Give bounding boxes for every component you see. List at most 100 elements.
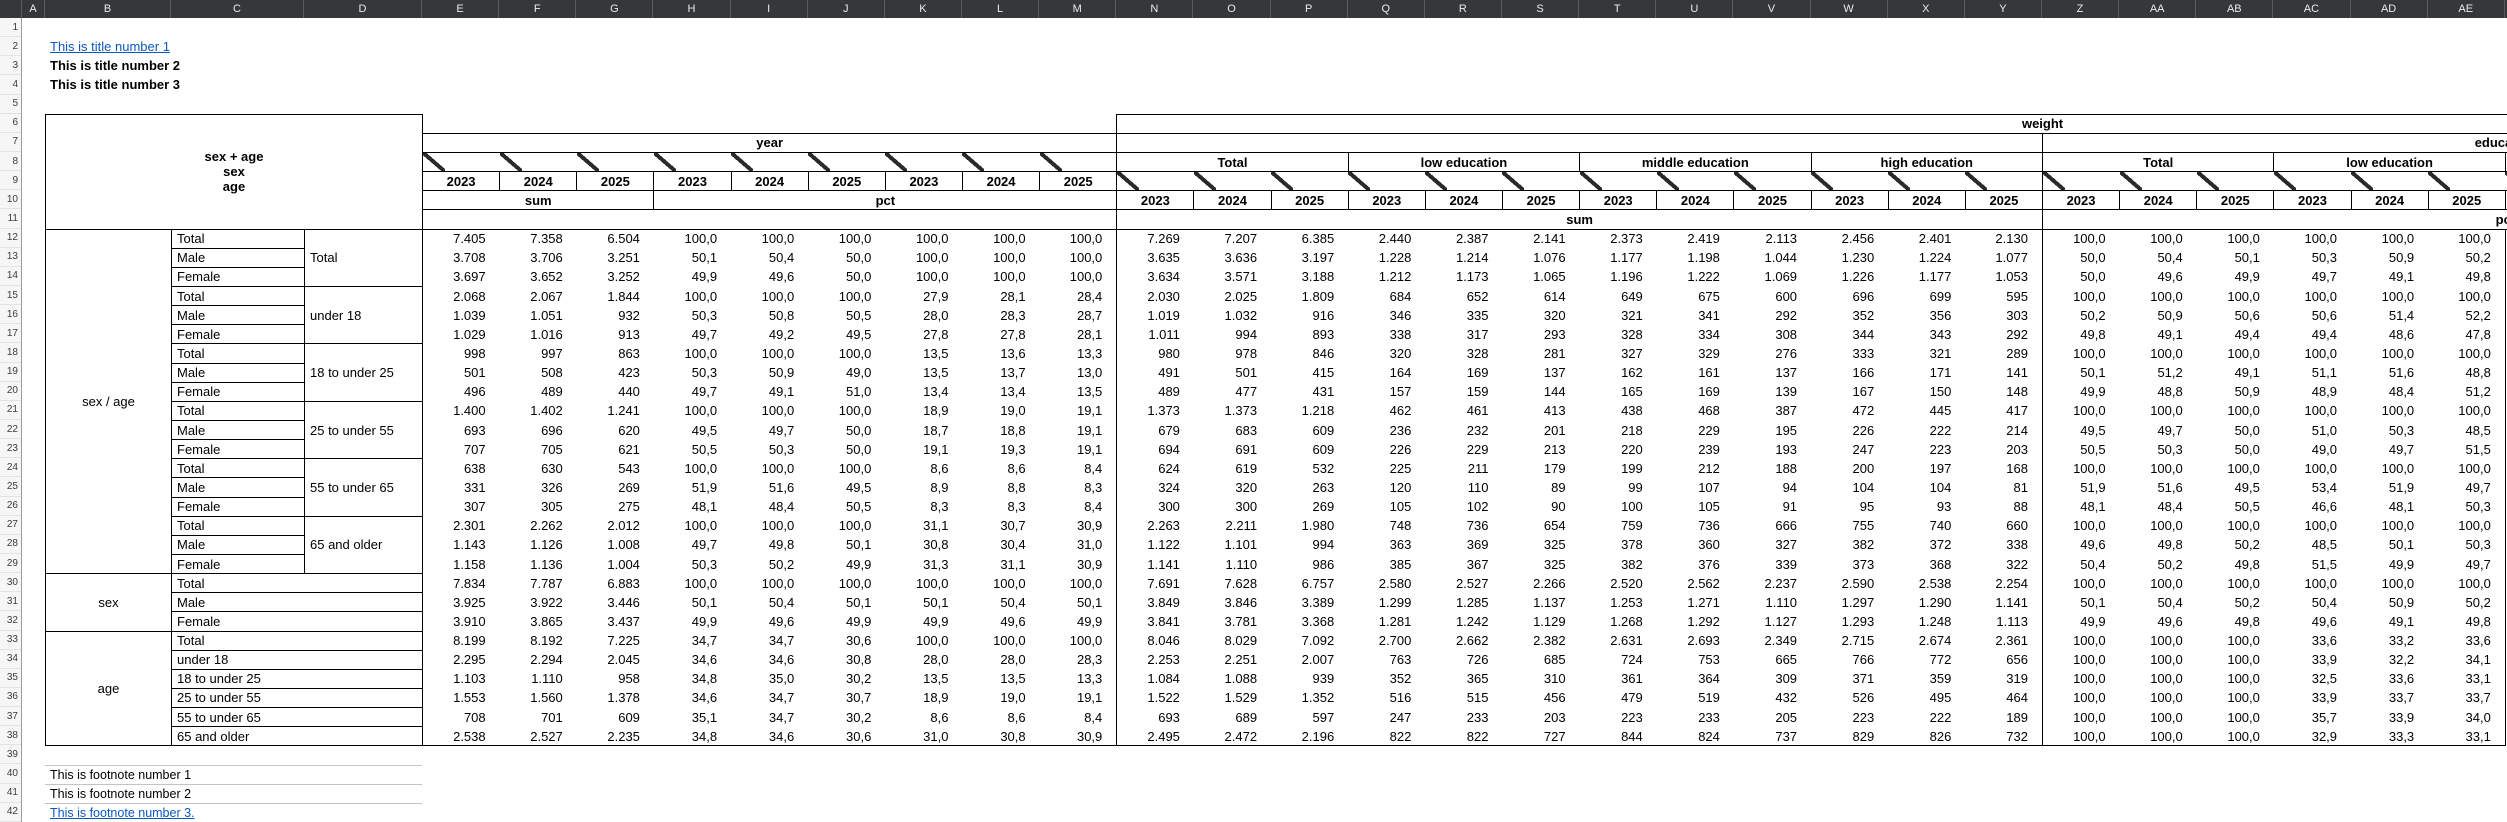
column-header-AA[interactable]: AA — [2119, 0, 2196, 18]
data-cell[interactable]: 49,8 — [731, 535, 808, 554]
row-header-5[interactable]: 5 — [0, 95, 21, 114]
data-cell[interactable]: 1.177 — [1888, 267, 1965, 286]
column-header-D[interactable]: D — [304, 0, 422, 18]
data-cell[interactable]: 51,9 — [2351, 478, 2428, 497]
data-cell[interactable]: 18,9 — [885, 688, 962, 707]
data-cell[interactable]: 188 — [1734, 459, 1811, 478]
data-cell[interactable]: 50,9 — [2120, 306, 2197, 325]
data-cell[interactable]: 322 — [1965, 554, 2042, 573]
banner-weight[interactable]: weight — [1117, 114, 2507, 133]
year-col-header[interactable]: 2025 — [808, 172, 885, 191]
data-cell[interactable]: 50,6 — [2197, 306, 2274, 325]
data-cell[interactable]: 1.008 — [577, 535, 654, 554]
age-row-label[interactable]: under 18 — [172, 650, 423, 669]
data-cell[interactable]: 100,0 — [2042, 631, 2119, 650]
data-cell[interactable]: 705 — [500, 440, 577, 459]
data-cell[interactable]: 638 — [423, 459, 500, 478]
data-cell[interactable]: 1.560 — [500, 688, 577, 707]
data-cell[interactable]: 685 — [1502, 650, 1579, 669]
data-cell[interactable]: 19,0 — [962, 401, 1039, 420]
data-cell[interactable]: 309 — [1734, 669, 1811, 688]
age-row-label[interactable]: 65 and older — [305, 516, 423, 573]
row-header-34[interactable]: 34 — [0, 650, 21, 669]
data-cell[interactable]: 50,3 — [2120, 440, 2197, 459]
data-cell[interactable]: 100,0 — [2351, 401, 2428, 420]
data-cell[interactable]: 2.520 — [1580, 574, 1657, 593]
data-cell[interactable]: 49,8 — [2428, 267, 2505, 286]
data-cell[interactable]: 269 — [577, 478, 654, 497]
data-cell[interactable]: 3.846 — [1194, 593, 1271, 612]
data-cell[interactable]: 489 — [500, 382, 577, 401]
data-cell[interactable]: 2.254 — [1965, 574, 2042, 593]
row-header-32[interactable]: 32 — [0, 611, 21, 630]
data-cell[interactable]: 148 — [1965, 382, 2042, 401]
data-cell[interactable]: 694 — [1117, 440, 1194, 459]
data-cell[interactable]: 33,9 — [2351, 708, 2428, 727]
data-cell[interactable]: 32,2 — [2351, 650, 2428, 669]
data-cell[interactable]: 289 — [1965, 344, 2042, 363]
data-cell[interactable]: 49,4 — [2274, 325, 2351, 344]
data-cell[interactable]: 50,2 — [2428, 248, 2505, 267]
data-cell[interactable]: 1.378 — [577, 688, 654, 707]
data-cell[interactable]: 708 — [423, 708, 500, 727]
data-cell[interactable]: 212 — [1657, 459, 1734, 478]
row-header-35[interactable]: 35 — [0, 669, 21, 688]
data-cell[interactable]: 826 — [1888, 727, 1965, 746]
column-header-M[interactable]: M — [1039, 0, 1116, 18]
data-cell[interactable]: 137 — [1734, 363, 1811, 382]
sex-row-label[interactable]: Female — [172, 612, 423, 631]
year-col-header[interactable]: 2025 — [577, 172, 654, 191]
data-cell[interactable]: 1.032 — [1194, 306, 1271, 325]
data-cell[interactable]: 275 — [577, 497, 654, 516]
data-cell[interactable]: 19,1 — [1040, 440, 1117, 459]
year-col-header[interactable]: 2025 — [2428, 191, 2505, 210]
data-cell[interactable]: 34,7 — [731, 708, 808, 727]
data-cell[interactable]: 2.538 — [1888, 574, 1965, 593]
data-cell[interactable]: 2.538 — [423, 727, 500, 746]
data-cell[interactable]: 382 — [1580, 554, 1657, 573]
data-cell[interactable]: 3.841 — [1117, 612, 1194, 631]
data-cell[interactable]: 95 — [1811, 497, 1888, 516]
sex-row-label[interactable]: Total — [172, 459, 305, 478]
data-cell[interactable]: 2.373 — [1580, 229, 1657, 248]
data-cell[interactable]: 986 — [1271, 554, 1348, 573]
data-cell[interactable]: 100,0 — [2042, 401, 2119, 420]
data-cell[interactable]: 382 — [1811, 535, 1888, 554]
data-cell[interactable]: 1.529 — [1194, 688, 1271, 707]
data-cell[interactable]: 100,0 — [654, 459, 731, 478]
data-cell[interactable]: 18,7 — [885, 420, 962, 439]
data-cell[interactable]: 34,7 — [654, 631, 731, 650]
data-cell[interactable]: 1.980 — [1271, 516, 1348, 535]
row-header-10[interactable]: 10 — [0, 190, 21, 209]
data-cell[interactable]: 3.188 — [1271, 267, 1348, 286]
data-cell[interactable]: 7.358 — [500, 229, 577, 248]
data-cell[interactable]: 1.214 — [1425, 248, 1502, 267]
data-cell[interactable]: 740 — [1888, 516, 1965, 535]
data-cell[interactable]: 49,5 — [2042, 420, 2119, 439]
data-cell[interactable]: 3.389 — [1271, 593, 1348, 612]
data-cell[interactable]: 2.440 — [1348, 229, 1425, 248]
year-col-header[interactable]: 2023 — [1580, 191, 1657, 210]
data-cell[interactable]: 759 — [1580, 516, 1657, 535]
data-cell[interactable]: 49,1 — [2351, 612, 2428, 631]
data-cell[interactable]: 49,1 — [731, 382, 808, 401]
data-cell[interactable]: 2.662 — [1425, 631, 1502, 650]
data-cell[interactable]: 30,9 — [1040, 727, 1117, 746]
data-cell[interactable]: 378 — [1580, 535, 1657, 554]
data-cell[interactable]: 100,0 — [2197, 708, 2274, 727]
data-cell[interactable]: 49,9 — [2042, 382, 2119, 401]
data-cell[interactable]: 50,3 — [2428, 535, 2505, 554]
row-header-37[interactable]: 37 — [0, 707, 21, 726]
data-cell[interactable]: 32,5 — [2274, 669, 2351, 688]
data-cell[interactable]: 100,0 — [654, 516, 731, 535]
data-cell[interactable]: 331 — [423, 478, 500, 497]
sex-row-label[interactable]: Total — [172, 286, 305, 305]
year-col-header[interactable]: 2023 — [2274, 191, 2351, 210]
data-cell[interactable]: 998 — [423, 344, 500, 363]
row-header-28[interactable]: 28 — [0, 535, 21, 554]
data-cell[interactable]: 100,0 — [885, 574, 962, 593]
data-cell[interactable]: 359 — [1888, 669, 1965, 688]
data-cell[interactable]: 753 — [1657, 650, 1734, 669]
data-cell[interactable]: 3.634 — [1117, 267, 1194, 286]
data-cell[interactable]: 431 — [1271, 382, 1348, 401]
